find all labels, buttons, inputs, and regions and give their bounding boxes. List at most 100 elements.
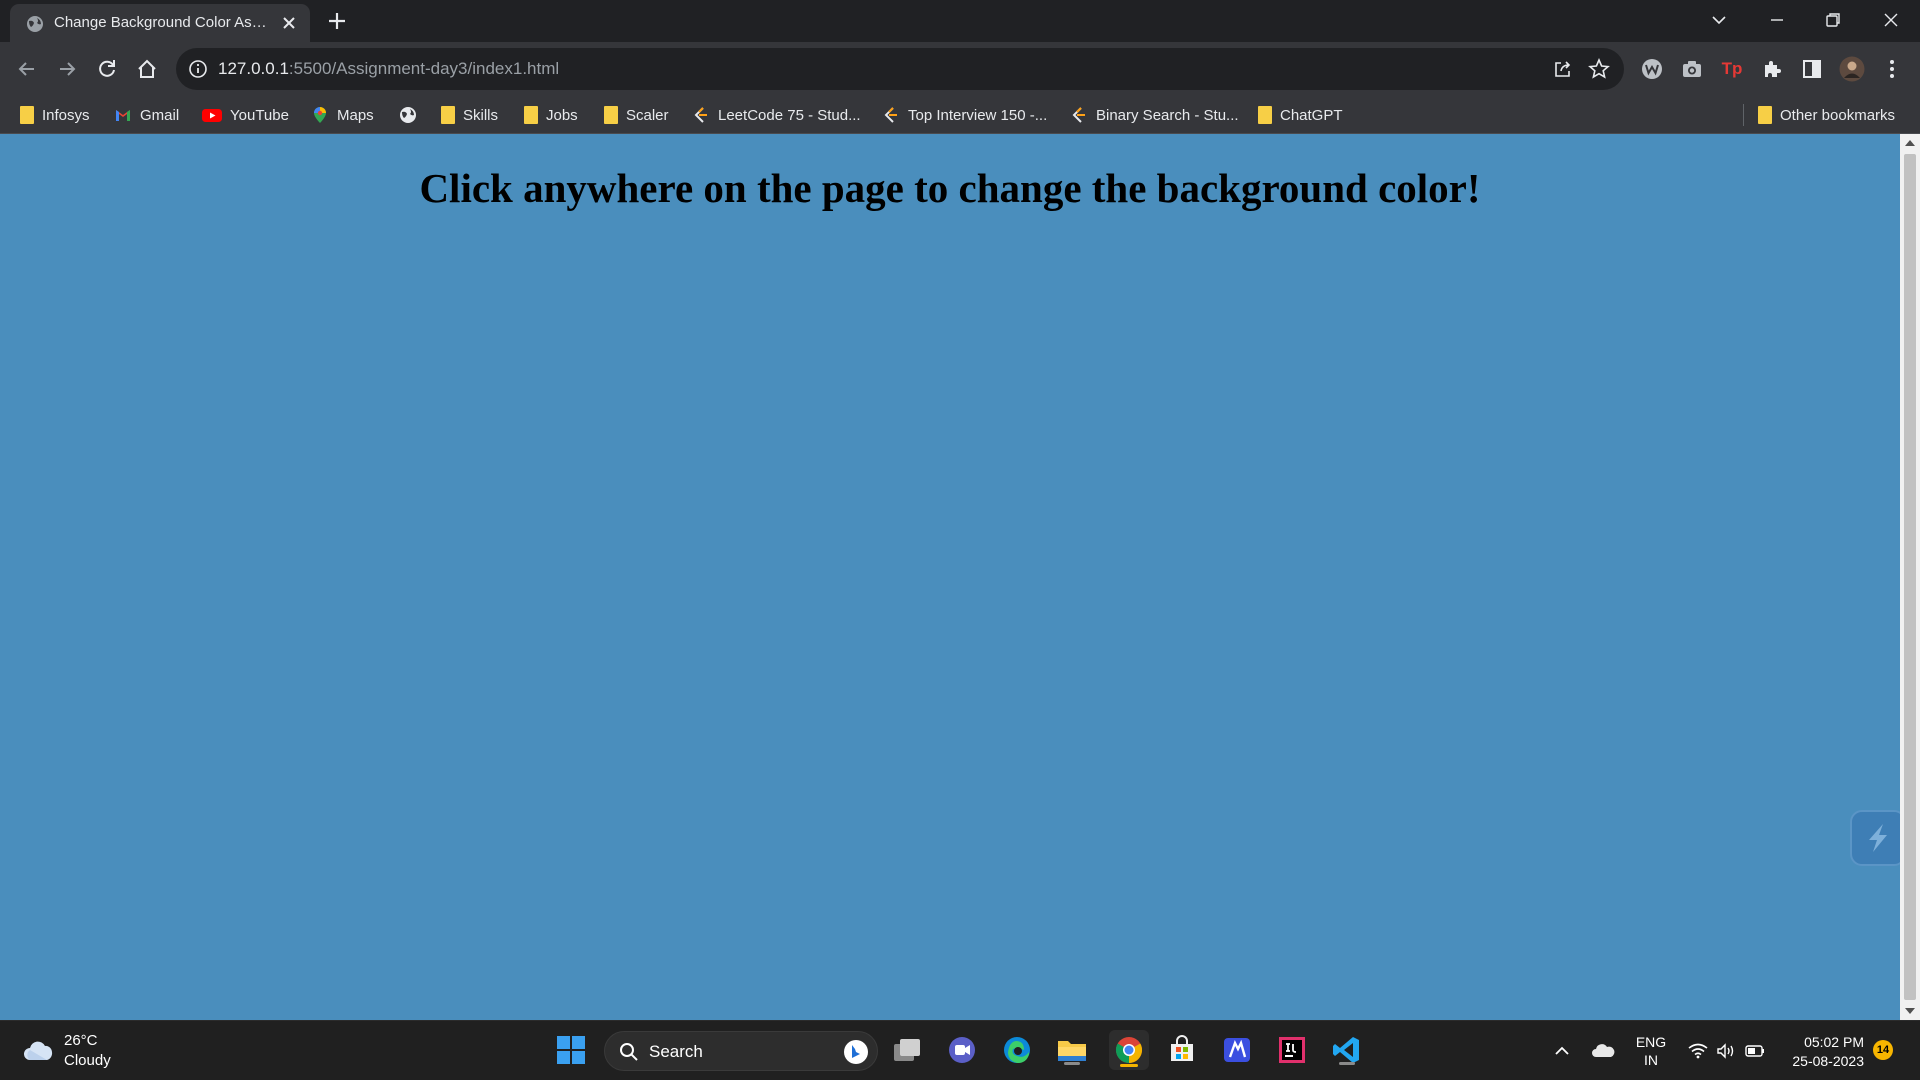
tp-extension-icon[interactable]: Tp xyxy=(1719,56,1745,82)
weather-temp: 26°C xyxy=(64,1032,98,1049)
bookmark-chatgpt[interactable]: ChatGPT xyxy=(1258,104,1343,126)
file-explorer-button[interactable] xyxy=(1054,1032,1090,1068)
vscode-button[interactable] xyxy=(1329,1032,1365,1068)
minimize-icon[interactable] xyxy=(1765,8,1789,32)
address-bar[interactable]: 127.0.0.1:5500/Assignment-day3/index1.ht… xyxy=(176,48,1624,90)
reload-button[interactable] xyxy=(93,55,121,83)
floating-action-button[interactable] xyxy=(1850,810,1906,866)
intellij-icon xyxy=(1279,1037,1305,1063)
dev-app-button[interactable] xyxy=(1219,1032,1255,1068)
bookmark-binary-search[interactable]: Binary Search - Stu... xyxy=(1070,104,1239,126)
bookmark-globe[interactable] xyxy=(399,104,417,126)
battery-icon xyxy=(1745,1045,1764,1057)
bookmark-label: Gmail xyxy=(140,106,180,124)
reload-icon xyxy=(99,60,115,77)
profile-avatar[interactable] xyxy=(1839,56,1865,82)
edge-button[interactable] xyxy=(999,1032,1035,1068)
onedrive-button[interactable] xyxy=(1589,1021,1617,1080)
gmail-icon xyxy=(116,110,130,121)
back-button[interactable] xyxy=(13,55,41,83)
chevron-down-icon[interactable] xyxy=(1707,8,1731,32)
plus-icon[interactable] xyxy=(326,10,348,32)
bookmark-label: Skills xyxy=(463,106,499,124)
wifi-icon xyxy=(1688,1043,1708,1059)
camera-icon[interactable] xyxy=(1679,56,1705,82)
battery-button[interactable] xyxy=(1743,1021,1767,1080)
bookmark-label: Binary Search - Stu... xyxy=(1096,106,1239,124)
side-panel-icon[interactable] xyxy=(1799,56,1825,82)
close-icon[interactable] xyxy=(1879,8,1903,32)
bookmark-other[interactable]: Other bookmarks xyxy=(1758,104,1895,126)
active-indicator xyxy=(1120,1064,1138,1067)
page-viewport[interactable]: Click anywhere on the page to change the… xyxy=(0,134,1906,1020)
folder-icon xyxy=(441,106,455,124)
bookmarks-divider xyxy=(1743,104,1744,126)
bookmark-label: Top Interview 150 -... xyxy=(908,106,1048,124)
lightning-icon xyxy=(1869,824,1887,852)
share-icon[interactable] xyxy=(1552,58,1574,80)
region-code: IN xyxy=(1644,1052,1658,1068)
bing-icon[interactable] xyxy=(843,1039,869,1065)
notification-badge[interactable]: 14 xyxy=(1873,1040,1893,1060)
clock-time: 05:02 PM xyxy=(1804,1034,1864,1050)
page-scrollbar[interactable] xyxy=(1900,134,1920,1020)
language-indicator[interactable]: ENG IN xyxy=(1630,1033,1672,1069)
wifi-button[interactable] xyxy=(1686,1021,1710,1080)
bookmark-scaler[interactable]: Scaler xyxy=(604,104,669,126)
avatar-glyph xyxy=(1839,56,1865,82)
browser-toolbar: 127.0.0.1:5500/Assignment-day3/index1.ht… xyxy=(0,42,1920,96)
bookmark-top-interview[interactable]: Top Interview 150 -... xyxy=(882,104,1047,126)
close-tab-icon[interactable] xyxy=(280,14,298,32)
bookmark-infosys[interactable]: Infosys xyxy=(20,104,90,126)
clock[interactable]: 05:02 PM 25-08-2023 xyxy=(1782,1033,1864,1071)
bookmark-maps[interactable]: Maps xyxy=(311,104,374,126)
blue-app-icon xyxy=(1224,1038,1250,1062)
tab-title: Change Background Color Assignment xyxy=(54,14,274,31)
home-button[interactable] xyxy=(133,55,161,83)
scroll-down-icon[interactable] xyxy=(1905,1008,1915,1014)
url-path: :5500/Assignment-day3/index1.html xyxy=(288,59,560,78)
bookmark-label: Infosys xyxy=(42,106,90,124)
bookmarks-bar: Infosys Gmail YouTube Maps Skills Jobs S… xyxy=(0,96,1920,134)
ms-store-button[interactable] xyxy=(1164,1032,1200,1068)
volume-button[interactable] xyxy=(1714,1021,1738,1080)
url-text: 127.0.0.1:5500/Assignment-day3/index1.ht… xyxy=(218,59,559,79)
bookmark-label: Maps xyxy=(337,106,374,124)
forward-icon xyxy=(60,62,76,76)
page-heading: Click anywhere on the page to change the… xyxy=(419,165,1481,211)
task-view-button[interactable] xyxy=(889,1032,925,1068)
weather-widget[interactable]: 26°C Cloudy xyxy=(22,1031,111,1071)
search-icon xyxy=(620,1043,638,1061)
lang-code: ENG xyxy=(1635,1034,1667,1050)
tp-extension-glyph: Tp xyxy=(1721,59,1743,78)
puzzle-icon[interactable] xyxy=(1759,56,1785,82)
browser-tab[interactable]: Change Background Color Assignment xyxy=(10,4,310,42)
start-button[interactable] xyxy=(553,1032,589,1068)
taskbar-search[interactable]: Search xyxy=(604,1031,878,1071)
bookmark-gmail[interactable]: Gmail xyxy=(114,104,179,126)
bookmark-jobs[interactable]: Jobs xyxy=(524,104,578,126)
tray-overflow-button[interactable] xyxy=(1550,1021,1574,1080)
bookmark-label: Jobs xyxy=(546,106,578,124)
intellij-button[interactable] xyxy=(1274,1032,1310,1068)
w-extension-icon[interactable] xyxy=(1639,56,1665,82)
kebab-menu-icon[interactable] xyxy=(1879,56,1905,82)
running-indicator xyxy=(1064,1062,1080,1065)
scrollbar-thumb[interactable] xyxy=(1904,154,1916,1000)
restore-icon[interactable] xyxy=(1821,8,1845,32)
task-view-icon xyxy=(894,1039,920,1061)
bookmark-leetcode-75[interactable]: LeetCode 75 - Stud... xyxy=(692,104,861,126)
scroll-up-icon[interactable] xyxy=(1905,140,1915,146)
bookmark-skills[interactable]: Skills xyxy=(441,104,498,126)
chrome-button[interactable] xyxy=(1109,1030,1149,1070)
bookmark-star-icon[interactable] xyxy=(1588,58,1610,80)
chrome-icon xyxy=(1115,1037,1143,1064)
forward-button[interactable] xyxy=(53,55,81,83)
weather-condition: Cloudy xyxy=(64,1052,111,1069)
bookmark-youtube[interactable]: YouTube xyxy=(202,104,289,126)
teams-chat-button[interactable] xyxy=(944,1032,980,1068)
search-label: Search xyxy=(649,1042,703,1061)
tab-strip: Change Background Color Assignment xyxy=(0,0,1920,42)
running-indicator xyxy=(1339,1062,1355,1065)
site-info-icon[interactable] xyxy=(188,59,208,79)
